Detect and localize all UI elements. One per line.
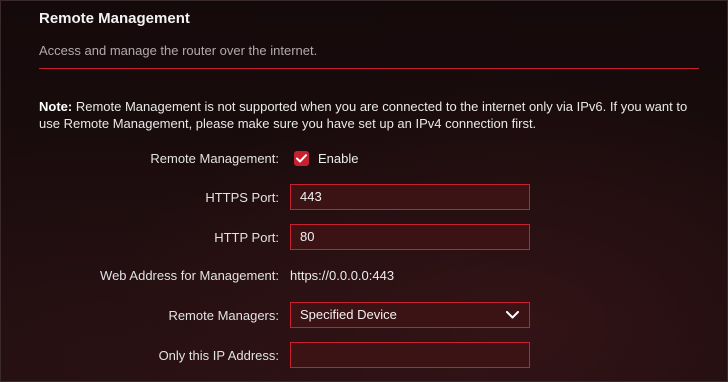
- enable-checkbox-label[interactable]: Enable: [318, 151, 358, 166]
- remote-managers-selected: Specified Device: [300, 307, 397, 322]
- chevron-down-icon: [506, 311, 519, 319]
- enable-checkbox[interactable]: [294, 151, 309, 166]
- ip-address-label: Only this IP Address:: [158, 348, 279, 363]
- note-prefix: Note:: [39, 99, 73, 114]
- web-address-label: Web Address for Management:: [100, 268, 279, 283]
- web-address-value: https://0.0.0.0:443: [290, 268, 395, 283]
- https-port-input[interactable]: 443: [290, 184, 530, 210]
- http-port-label: HTTP Port:: [214, 230, 279, 245]
- note-text: Remote Management is not supported when …: [39, 99, 688, 131]
- check-icon: [296, 154, 307, 163]
- remote-managers-label: Remote Managers:: [168, 308, 279, 323]
- http-port-input[interactable]: 80: [290, 224, 530, 250]
- section-title: Remote Management: [39, 10, 190, 27]
- remote-management-label: Remote Management:: [150, 151, 279, 166]
- https-port-label: HTTPS Port:: [205, 190, 279, 205]
- ip-address-input[interactable]: [290, 342, 530, 368]
- ipv6-note: Note: Remote Management is not supported…: [39, 98, 709, 132]
- section-subtitle: Access and manage the router over the in…: [39, 43, 318, 58]
- remote-managers-select[interactable]: Specified Device: [290, 302, 530, 328]
- section-divider: [39, 68, 699, 69]
